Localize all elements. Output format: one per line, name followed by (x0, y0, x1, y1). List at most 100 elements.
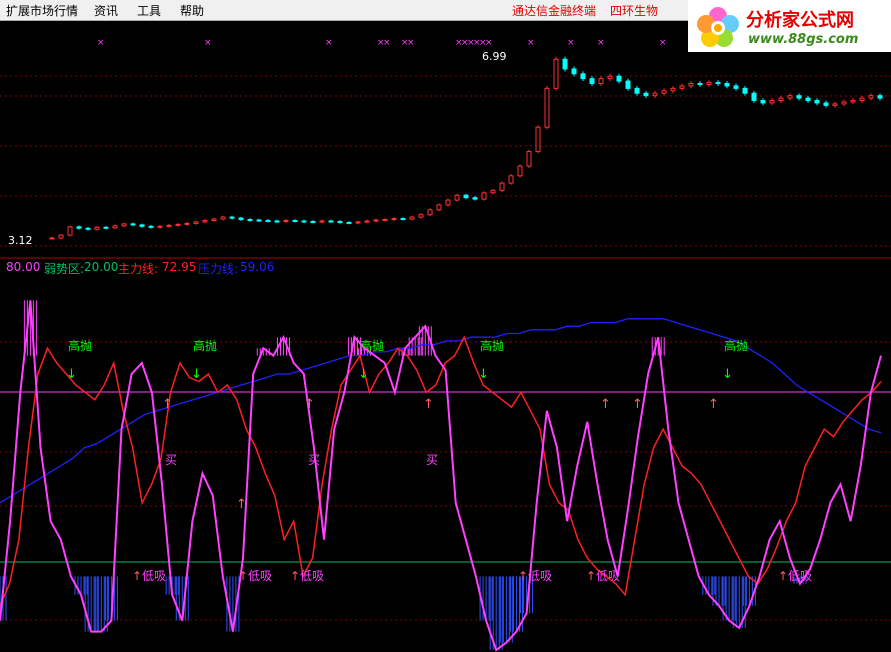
candle-body (139, 224, 145, 227)
candle-body (634, 87, 640, 94)
candle-body (652, 92, 658, 97)
candlestick-series (49, 56, 883, 240)
candle-body (121, 223, 127, 227)
buy-arrow-icon: ↑ (162, 397, 173, 412)
low-buy-arrow-icon: ↑ (238, 569, 248, 583)
pressure-line (0, 318, 882, 504)
buy-arrow-icon: ↑ (632, 397, 643, 412)
candle-body (751, 92, 757, 102)
candle-body (463, 194, 469, 199)
sell-signal-label: 高抛 (68, 338, 92, 353)
signal-x-marker: × (597, 38, 605, 48)
terminal-link[interactable]: 通达信金融终端 (512, 2, 596, 19)
candle-body (688, 83, 694, 87)
candle-body (256, 219, 262, 222)
signal-x-marker: × (204, 38, 212, 48)
candle-body (571, 68, 577, 75)
candle-body (211, 218, 217, 222)
candle-body (328, 220, 334, 223)
candle-body (58, 234, 64, 239)
candle-body (67, 226, 73, 236)
menu-item-extended-market[interactable]: 扩展市场行情 (6, 2, 78, 19)
candle-body (877, 95, 883, 99)
sell-arrow-icon: ↓ (478, 367, 489, 382)
candle-body (103, 226, 109, 229)
candle-body (229, 216, 235, 219)
candle-body (202, 220, 208, 223)
stock-name-link[interactable]: 四环生物 (610, 2, 658, 19)
low-buy-arrow-icon: ↑ (518, 569, 528, 583)
low-buy-arrow-icon: ↑ (778, 569, 788, 583)
low-price-label: 3.12 (8, 234, 33, 247)
histogram-bars (0, 300, 807, 650)
low-buy-arrow-icon: ↑ (290, 569, 300, 583)
sell-arrow-icon: ↓ (66, 367, 77, 382)
candle-body (643, 92, 649, 97)
candle-body (247, 219, 253, 222)
candle-body (580, 73, 586, 80)
candle-body (319, 220, 325, 223)
main-line (0, 335, 882, 607)
candle-body (472, 197, 478, 200)
candle-body (661, 90, 667, 94)
candle-body (337, 220, 343, 223)
low-buy-arrow-icon: ↑ (586, 569, 596, 583)
main-label: 主力线: (118, 262, 159, 276)
candle-body (598, 78, 604, 85)
signal-x-marker: × (325, 38, 333, 48)
chart-area[interactable]: × × × ×× ×× ×××××× × × × × 6.99 3.12 高抛↓高抛↓高抛↓高抛↓… (0, 20, 891, 652)
candle-body (769, 100, 775, 104)
candle-body (130, 223, 136, 226)
candle-body (445, 199, 451, 206)
candle-body (265, 220, 271, 223)
candle-body (679, 85, 685, 89)
candle-body (148, 225, 154, 228)
candle-body (553, 58, 559, 89)
main-value: 72.95 (162, 260, 197, 274)
low-buy-signal-label: 低吸 (300, 569, 324, 583)
pressure-label: 压力线: (198, 262, 239, 276)
menu-item-info[interactable]: 资讯 (94, 2, 118, 19)
candle-body (112, 225, 118, 229)
signal-x-marker: × (527, 38, 535, 48)
candle-body (166, 224, 172, 227)
candle-body (85, 227, 91, 230)
candle-body (499, 182, 505, 191)
buy-signal-label: 买 (308, 453, 320, 467)
low-buy-arrow-icon: ↑ (132, 569, 142, 583)
buy-arrow-icon: ↑ (304, 397, 315, 412)
candle-body (238, 217, 244, 221)
signal-x-marker: × (97, 38, 105, 48)
candle-body (760, 100, 766, 104)
candle-body (697, 83, 703, 86)
candle-body (868, 95, 874, 99)
signal-x-marker: × (383, 38, 391, 48)
sell-signal-label: 高抛 (193, 338, 217, 353)
candle-body (49, 237, 55, 240)
signal-x-marker: × (659, 38, 667, 48)
candle-body (787, 95, 793, 99)
candle-body (526, 151, 532, 167)
candle-body (841, 101, 847, 105)
candle-body (346, 221, 352, 224)
candle-body (805, 97, 811, 102)
candle-body (76, 226, 82, 229)
menu-item-tools[interactable]: 工具 (137, 2, 161, 19)
candle-body (481, 192, 487, 200)
candle-body (94, 226, 100, 230)
candle-body (508, 175, 514, 184)
candle-body (742, 87, 748, 94)
candle-body (193, 221, 199, 224)
buy-arrow-icon: ↑ (423, 397, 434, 412)
buy-arrow-icon: ↑ (600, 397, 611, 412)
high-price-label: 6.99 (482, 50, 507, 63)
candle-body (535, 126, 541, 153)
candle-body (373, 219, 379, 222)
sell-arrow-icon: ↓ (358, 367, 369, 382)
signal-x-marker: × (407, 38, 415, 48)
menu-item-help[interactable]: 帮助 (180, 2, 204, 19)
candle-body (157, 225, 163, 228)
candle-body (418, 214, 424, 218)
candle-body (310, 220, 316, 223)
candle-body (778, 97, 784, 102)
